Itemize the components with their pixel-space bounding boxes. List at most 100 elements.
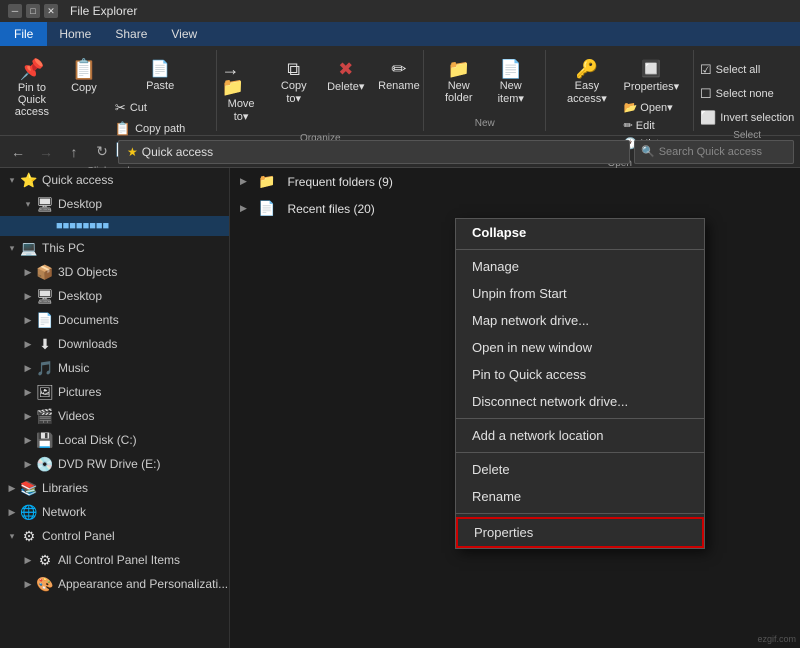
menu-home[interactable]: Home xyxy=(47,22,103,46)
sidebar-item-controlpanel[interactable]: ▾ ⚙ Control Panel xyxy=(0,524,229,548)
sidebar-item-pictures[interactable]: ▶ 🖼 Pictures xyxy=(0,380,229,404)
expand-dvdrw-icon: ▶ xyxy=(20,459,36,470)
ctx-properties[interactable]: Properties xyxy=(456,517,704,548)
invert-selection-button[interactable]: ⬜ Invert selection xyxy=(696,108,798,128)
rename-button[interactable]: ✏ Rename xyxy=(373,56,425,96)
videos-icon: 🎬 xyxy=(36,407,54,425)
sidebar-item-desktop[interactable]: ▾ 🖥 Desktop xyxy=(0,192,229,216)
frequent-folders-item[interactable]: ▶ 📁 Frequent folders (9) xyxy=(230,168,800,195)
minimize-icon[interactable]: ─ xyxy=(8,4,22,18)
select-none-button[interactable]: ☐ Select none xyxy=(696,84,798,104)
address-path[interactable]: ★ Quick access xyxy=(118,140,630,164)
thispc-label: This PC xyxy=(42,241,85,255)
allcpitems-icon: ⚙ xyxy=(36,551,54,569)
menu-view[interactable]: View xyxy=(159,22,209,46)
copy-to-button[interactable]: ⧉ Copyto▾ xyxy=(269,56,319,109)
ribbon-group-new: 📁 Newfolder 📄 New item▾ New xyxy=(424,50,546,131)
expand-allcpitems-icon: ▶ xyxy=(20,555,36,566)
copy-button[interactable]: 📋 Copy xyxy=(59,56,109,98)
delete-button[interactable]: ✖ Delete▾ xyxy=(321,56,371,97)
sidebar-item-appearance[interactable]: ▶ 🎨 Appearance and Personalizati... xyxy=(0,572,229,596)
expand-recent-icon: ▶ xyxy=(240,203,252,214)
menu-share[interactable]: Share xyxy=(103,22,159,46)
ribbon: 📌 Pin to Quickaccess 📋 Copy 📄 Paste ✂ Cu… xyxy=(0,46,800,136)
back-button[interactable]: ← xyxy=(6,140,30,164)
up-button[interactable]: ↑ xyxy=(62,140,86,164)
paste-button[interactable]: 📄 Paste xyxy=(111,60,210,94)
new-buttons: 📁 Newfolder 📄 New item▾ xyxy=(432,52,538,116)
forward-button[interactable]: → xyxy=(34,140,58,164)
network-icon: 🌐 xyxy=(20,503,38,521)
sidebar-item-3dobjects[interactable]: ▶ 📦 3D Objects xyxy=(0,260,229,284)
quickaccess-icon: ⭐ xyxy=(20,171,38,189)
ribbon-group-select: ☑ Select all ☐ Select none ⬜ Invert sele… xyxy=(694,50,800,131)
ctx-disconnectnetworkdrive[interactable]: Disconnect network drive... xyxy=(456,388,704,415)
desktop-selected-label: ■■■■■■■■ xyxy=(52,219,113,233)
move-to-button[interactable]: →📁 Moveto▾ xyxy=(216,56,267,127)
sidebar-item-downloads[interactable]: ▶ ⬇ Downloads xyxy=(0,332,229,356)
close-icon[interactable]: ✕ xyxy=(44,4,58,18)
sidebar-item-dvdrw[interactable]: ▶ 💿 DVD RW Drive (E:) xyxy=(0,452,229,476)
edit-ribbon-button[interactable]: ✏ Edit xyxy=(620,117,684,134)
appearance-label: Appearance and Personalizati... xyxy=(58,577,228,591)
sidebar-item-quickaccess[interactable]: ▾ ⭐ Quick access xyxy=(0,168,229,192)
ctx-delete[interactable]: Delete xyxy=(456,456,704,483)
sidebar-item-desktop-selected[interactable]: ■■■■■■■■ xyxy=(0,216,229,236)
3dobjects-icon: 📦 xyxy=(36,263,54,281)
context-menu: Collapse Manage Unpin from Start Map net… xyxy=(455,218,705,549)
refresh-button[interactable]: ↻ xyxy=(90,140,114,164)
controlpanel-label: Control Panel xyxy=(42,529,115,543)
expand-thispc-icon: ▾ xyxy=(4,243,20,254)
ctx-openinnewwindow[interactable]: Open in new window xyxy=(456,334,704,361)
copy-path-button[interactable]: 📋 Copy path xyxy=(111,119,210,139)
cut-button[interactable]: ✂ Cut xyxy=(111,98,210,118)
ctx-mapnetworkdrive[interactable]: Map network drive... xyxy=(456,307,704,334)
ctx-sep2 xyxy=(456,418,704,419)
new-item-button[interactable]: 📄 New item▾ xyxy=(486,56,536,109)
sidebar-item-allcpitems[interactable]: ▶ ⚙ All Control Panel Items xyxy=(0,548,229,572)
ctx-addnetworklocation[interactable]: Add a network location xyxy=(456,422,704,449)
search-box[interactable]: 🔍 Search Quick access xyxy=(634,140,794,164)
select-all-button[interactable]: ☑ Select all xyxy=(696,60,798,80)
ctx-collapse[interactable]: Collapse xyxy=(456,219,704,246)
rename-label: Rename xyxy=(378,80,420,92)
maximize-icon[interactable]: □ xyxy=(26,4,40,18)
open-ribbon-label: 📂 Open▾ xyxy=(624,101,673,114)
ribbon-group-clipboard: 📌 Pin to Quickaccess 📋 Copy 📄 Paste ✂ Cu… xyxy=(0,50,217,131)
sidebar-item-libraries[interactable]: ▶ 📚 Libraries xyxy=(0,476,229,500)
new-item-icon: 📄 xyxy=(500,60,522,78)
sidebar-item-documents[interactable]: ▶ 📄 Documents xyxy=(0,308,229,332)
copy-icon: 📋 xyxy=(71,60,96,80)
ctx-pintoquickaccess[interactable]: Pin to Quick access xyxy=(456,361,704,388)
ctx-manage[interactable]: Manage xyxy=(456,253,704,280)
sidebar-item-localdisk[interactable]: ▶ 💾 Local Disk (C:) xyxy=(0,428,229,452)
easy-access-icon: 🔑 xyxy=(576,60,598,78)
open-ribbon-button[interactable]: 📂 Open▾ xyxy=(620,99,684,116)
properties-ribbon-button[interactable]: 🔲 Properties▾ xyxy=(620,60,684,95)
ctx-unpinfromstart[interactable]: Unpin from Start xyxy=(456,280,704,307)
sidebar-item-videos[interactable]: ▶ 🎬 Videos xyxy=(0,404,229,428)
copy-path-label: Copy path xyxy=(135,123,185,135)
ribbon-group-organize: →📁 Moveto▾ ⧉ Copyto▾ ✖ Delete▾ ✏ Rename … xyxy=(217,50,424,131)
easy-access-button[interactable]: 🔑 Easy access▾ xyxy=(556,56,617,109)
sidebar-item-thispc[interactable]: ▾ 💻 This PC xyxy=(0,236,229,260)
new-folder-button[interactable]: 📁 Newfolder xyxy=(434,56,484,108)
right-panel: ▶ 📁 Frequent folders (9) ▶ 📄 Recent file… xyxy=(230,168,800,648)
sidebar-item-network[interactable]: ▶ 🌐 Network xyxy=(0,500,229,524)
pin-to-quick-access-button[interactable]: 📌 Pin to Quickaccess xyxy=(7,56,57,122)
expand-desktop-icon: ▾ xyxy=(20,199,36,210)
window-controls[interactable]: ─ □ ✕ xyxy=(8,4,58,18)
cut-label: Cut xyxy=(130,102,147,114)
localdisk-icon: 💾 xyxy=(36,431,54,449)
desktop-icon: 🖥 xyxy=(36,195,54,213)
menu-bar: File Home Share View xyxy=(0,22,800,46)
sidebar-item-music[interactable]: ▶ 🎵 Music xyxy=(0,356,229,380)
properties-ribbon-icon: 🔲 xyxy=(641,62,661,78)
menu-file[interactable]: File xyxy=(0,22,47,46)
ctx-rename[interactable]: Rename xyxy=(456,483,704,510)
title-bar: ─ □ ✕ File Explorer xyxy=(0,0,800,22)
sidebar-item-desktop2[interactable]: ▶ 🖥 Desktop xyxy=(0,284,229,308)
appearance-icon: 🎨 xyxy=(36,575,54,593)
ribbon-group-open: 🔑 Easy access▾ 🔲 Properties▾ 📂 Open▾ ✏ E… xyxy=(546,50,694,131)
downloads-icon: ⬇ xyxy=(36,335,54,353)
